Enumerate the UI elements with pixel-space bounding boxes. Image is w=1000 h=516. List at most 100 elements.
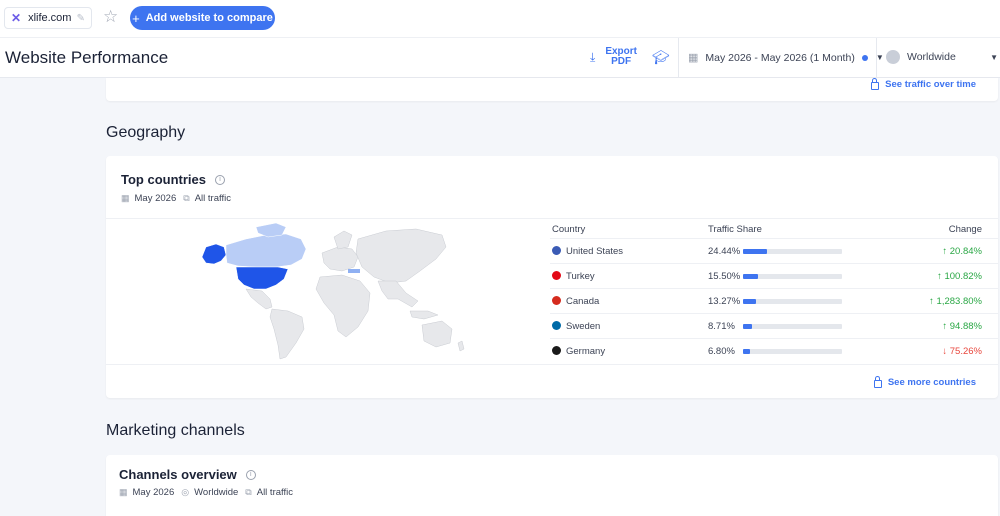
share-bar xyxy=(743,324,842,329)
lock-icon xyxy=(871,77,880,90)
meta-date: May 2026 xyxy=(132,487,175,498)
country-cell: Turkey xyxy=(552,271,595,282)
share-bar-fill xyxy=(743,299,757,304)
page-header: Website Performance ⤓ Export PDF 🎓︎ ▦ Ma… xyxy=(0,37,1000,78)
map-region-usa xyxy=(235,266,289,290)
add-website-button[interactable]: + Add website to compare xyxy=(130,6,275,30)
table-row[interactable]: Sweden 8.71% ↑ 94.88% xyxy=(550,313,998,337)
calendar-icon: ▦ xyxy=(119,487,128,497)
map-region-asia xyxy=(355,228,447,284)
share-value: 24.44% xyxy=(708,246,741,257)
map-region-mexico xyxy=(245,288,273,310)
info-icon[interactable]: i xyxy=(245,469,256,480)
status-dot-icon xyxy=(861,54,868,61)
globe-icon xyxy=(886,50,900,64)
flag-us-icon xyxy=(552,246,561,255)
calendar-icon: ▦ xyxy=(688,52,699,64)
column-traffic-share: Traffic Share xyxy=(708,224,762,235)
table-header: Country Traffic Share Change xyxy=(550,224,998,238)
channels-overview-title-text: Channels overview xyxy=(119,467,237,482)
column-change: Change xyxy=(948,224,982,235)
map-region-south-america xyxy=(269,308,305,360)
top-countries-meta: ▦ May 2026 ⧉ All traffic xyxy=(121,193,231,204)
share-bar-fill xyxy=(743,349,750,354)
marketing-section-title: Marketing channels xyxy=(106,422,245,439)
table-row[interactable]: Turkey 15.50% ↑ 100.82% xyxy=(550,263,998,287)
flag-tr-icon xyxy=(552,271,561,280)
channels-overview-card: Channels overview i ▦ May 2026 ◎ Worldwi… xyxy=(106,455,998,516)
site-favicon-icon: ✕ xyxy=(11,11,22,25)
top-countries-footer: See more countries xyxy=(106,364,998,398)
column-country: Country xyxy=(552,224,586,235)
meta-traffic-type: All traffic xyxy=(194,193,231,204)
edit-pencil-icon[interactable]: ✎ xyxy=(77,13,85,24)
country-name: United States xyxy=(566,246,624,257)
change-value: ↑ 94.88% xyxy=(942,321,982,332)
header-divider xyxy=(876,38,877,78)
map-region-new-zealand xyxy=(457,340,465,352)
top-bar: ✕ xlife.com ✎ ☆ + Add website to compare xyxy=(0,0,1000,37)
map-region-africa xyxy=(315,274,371,338)
see-traffic-link[interactable]: See traffic over time xyxy=(871,77,976,90)
share-bar xyxy=(743,274,842,279)
table-row[interactable]: Canada 13.27% ↑ 1,283.80% xyxy=(550,288,998,312)
region-selector[interactable]: Worldwide ▼ xyxy=(886,50,998,64)
date-range-label: May 2026 - May 2026 (1 Month) xyxy=(705,51,855,64)
traffic-type-icon: ⧉ xyxy=(183,193,190,203)
download-icon: ⤓ xyxy=(590,50,596,64)
table-row[interactable]: United States 24.44% ↑ 20.84% xyxy=(550,238,998,262)
flag-se-icon xyxy=(552,321,561,330)
flag-ca-icon xyxy=(552,296,561,305)
see-more-countries-link[interactable]: See more countries xyxy=(873,375,976,388)
plus-icon: + xyxy=(132,10,140,26)
globe-icon: ◎ xyxy=(181,487,190,497)
calendar-icon: ▦ xyxy=(121,193,130,203)
share-bar-fill xyxy=(743,274,759,279)
header-divider xyxy=(678,38,679,78)
change-value: ↓ 75.26% xyxy=(942,346,982,357)
map-region-alaska xyxy=(201,243,227,265)
country-cell: Germany xyxy=(552,346,605,357)
change-value: ↑ 100.82% xyxy=(937,271,982,282)
share-value: 8.71% xyxy=(708,321,735,332)
meta-traffic-type: All traffic xyxy=(256,487,293,498)
share-value: 15.50% xyxy=(708,271,741,282)
map-region-greenland xyxy=(255,222,287,238)
add-website-label: Add website to compare xyxy=(145,12,273,24)
share-bar xyxy=(743,349,842,354)
flag-de-icon xyxy=(552,346,561,355)
info-icon[interactable]: i xyxy=(214,174,225,185)
meta-region: Worldwide xyxy=(194,487,239,498)
star-icon[interactable]: ☆ xyxy=(103,7,118,27)
region-label: Worldwide xyxy=(907,51,956,63)
meta-date: May 2026 xyxy=(134,193,177,204)
world-map[interactable] xyxy=(106,218,550,364)
geography-section-title: Geography xyxy=(106,124,186,141)
graduation-cap-icon[interactable]: 🎓︎ xyxy=(652,49,670,66)
map-region-europe xyxy=(321,246,359,272)
map-region-canada xyxy=(225,233,307,268)
country-cell: United States xyxy=(552,246,623,257)
export-label-line2: PDF xyxy=(611,56,632,67)
page-title: Website Performance xyxy=(5,48,169,67)
see-more-countries-label: See more countries xyxy=(887,377,976,388)
table-row[interactable]: Germany 6.80% ↓ 75.26% xyxy=(550,338,998,362)
top-countries-title: Top countries i xyxy=(121,172,225,187)
lock-icon xyxy=(873,375,882,388)
site-chip[interactable]: ✕ xlife.com ✎ xyxy=(4,7,92,29)
countries-table: Country Traffic Share Change United Stat… xyxy=(550,218,998,364)
top-countries-card: Top countries i ▦ May 2026 ⧉ All traffic xyxy=(106,156,998,398)
share-bar-fill xyxy=(743,249,768,254)
channels-overview-title: Channels overview i xyxy=(119,467,256,482)
traffic-card-footer: See traffic over time xyxy=(106,77,998,101)
chevron-down-icon: ▼ xyxy=(875,53,884,62)
traffic-type-icon: ⧉ xyxy=(245,487,252,497)
channels-overview-meta: ▦ May 2026 ◎ Worldwide ⧉ All traffic xyxy=(119,487,293,498)
date-range-selector[interactable]: ▦ May 2026 - May 2026 (1 Month) ▼ xyxy=(688,51,884,65)
export-pdf-button[interactable]: ⤓ Export PDF xyxy=(590,47,637,67)
country-cell: Sweden xyxy=(552,321,600,332)
chevron-down-icon: ▼ xyxy=(990,52,998,62)
world-map-svg xyxy=(201,222,465,360)
map-region-scandinavia xyxy=(333,230,353,250)
map-region-indonesia xyxy=(409,310,439,320)
